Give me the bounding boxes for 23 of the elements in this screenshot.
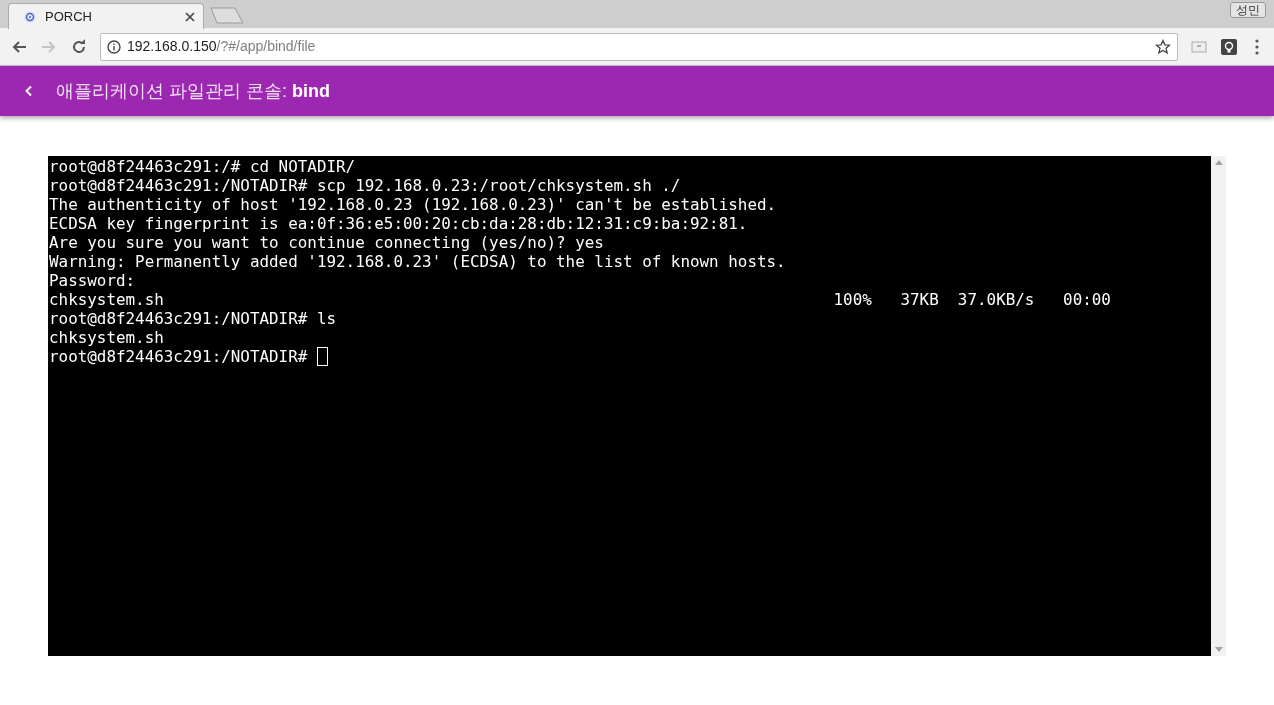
info-icon [107,39,121,54]
url-text: 192.168.0.150/?#/app/bind/file [127,37,316,56]
terminal-screen[interactable] [48,156,1211,656]
back-arrow-icon[interactable] [11,38,27,55]
terminal-line: Warning: Permanently added '192.168.0.23' (ECDSA) to the list of known hosts. [49,252,786,271]
address-bar[interactable]: 192.168.0.150/?#/app/bind/file [100,32,1178,61]
terminal-line: root@d8f24463c291:/NOTADIR# [49,347,309,366]
star-icon[interactable] [1155,38,1171,55]
terminal-line: root@d8f24463c291:/# cd NOTADIR/ [49,157,356,176]
tab-title: PORCH [45,7,92,26]
reload-icon[interactable] [71,38,87,55]
terminal-line: Password: [49,271,137,290]
profile-button[interactable]: 성민 [1230,2,1266,18]
terminal-line: The authenticity of host '192.168.0.23 (192.168.0.23)' can't be established. [49,195,777,214]
terminal-line: root@d8f24463c291:/NOTADIR# ls [49,309,336,328]
browser-tab[interactable]: PORCH [8,3,204,29]
terminal-line: root@d8f24463c291:/NOTADIR# scp 192.168.0.23:/root/chksystem.sh ./ [49,176,681,195]
terminal-line: Are you sure you want to continue connecting (yes/no)? yes [49,233,604,252]
terminal-line: chksystem.sh 100% 37KB 37.0KB/s 00:00 [49,290,1111,309]
terminal-line: ECDSA key fingerprint is ea:0f:36:e5:00:20:cb:da:28:db:12:31:c9:ba:92:81. [49,214,748,233]
close-icon[interactable] [185,11,195,22]
terminal-line: chksystem.sh [49,328,164,347]
page-title: 애플리케이션 파일관리 콘솔: bind [56,79,330,103]
